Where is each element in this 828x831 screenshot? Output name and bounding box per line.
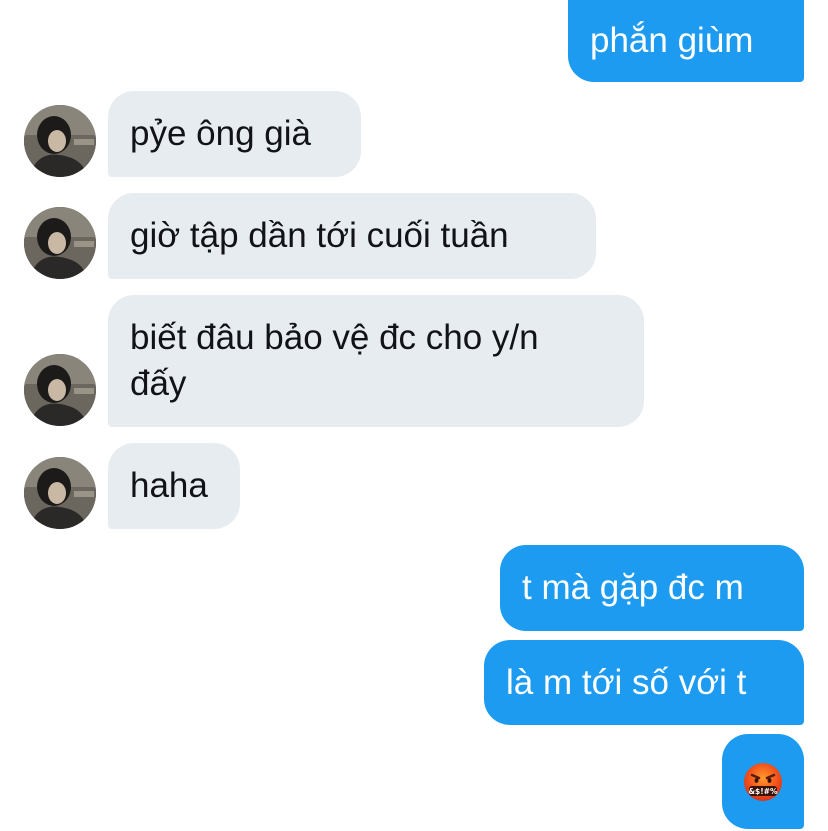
message-bubble-outgoing[interactable]: phắn giùm bbox=[568, 0, 804, 82]
message-bubble-outgoing-emoji[interactable]: &$!#% bbox=[722, 734, 804, 829]
avatar-photo-icon bbox=[24, 457, 96, 529]
message-text: phắn giùm bbox=[590, 21, 754, 60]
message-text: haha bbox=[130, 466, 208, 505]
avatar-photo-icon bbox=[24, 207, 96, 279]
avatar-photo-icon bbox=[24, 105, 96, 177]
avatar-photo-icon bbox=[24, 354, 96, 426]
message-text: giờ tập dần tới cuối tuần bbox=[130, 216, 509, 255]
message-text: biết đâu bảo vệ đc cho y/n đấy bbox=[130, 318, 539, 403]
message-bubble-outgoing[interactable]: t mà gặp đc m bbox=[500, 545, 804, 631]
message-text: pỷe ông già bbox=[130, 114, 311, 153]
message-text: t mà gặp đc m bbox=[522, 568, 744, 607]
message-bubble-incoming[interactable]: giờ tập dần tới cuối tuần bbox=[108, 193, 596, 279]
message-bubble-incoming[interactable]: haha bbox=[108, 443, 240, 529]
contact-avatar[interactable] bbox=[24, 354, 96, 426]
contact-avatar[interactable] bbox=[24, 207, 96, 279]
contact-avatar[interactable] bbox=[24, 457, 96, 529]
message-bubble-incoming[interactable]: pỷe ông già bbox=[108, 91, 361, 177]
emoji-symbols-text: &$!#% bbox=[749, 787, 778, 796]
contact-avatar[interactable] bbox=[24, 105, 96, 177]
chat-thread: phắn giùm pỷe ông già giờ tập dần tới cu… bbox=[0, 0, 828, 831]
message-bubble-incoming[interactable]: biết đâu bảo vệ đc cho y/n đấy bbox=[108, 295, 644, 427]
message-bubble-outgoing[interactable]: là m tới số với t bbox=[484, 640, 804, 725]
face-with-symbols-on-mouth-icon: &$!#% bbox=[744, 762, 782, 801]
message-text: là m tới số với t bbox=[506, 662, 747, 702]
